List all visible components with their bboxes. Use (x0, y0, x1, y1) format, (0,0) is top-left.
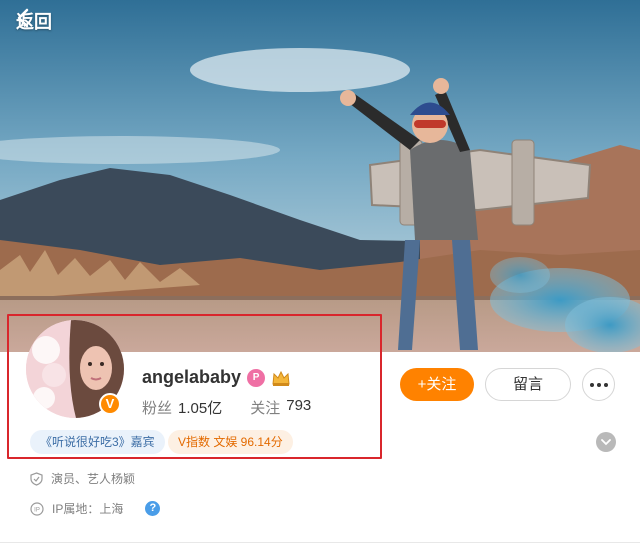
cover-photo: 返回 (0, 0, 640, 352)
message-button[interactable]: 留言 (485, 368, 571, 401)
highlight-box (7, 314, 382, 459)
expand-button[interactable] (596, 432, 616, 452)
ip-location-text: IP属地：上海 (52, 502, 124, 516)
occupation-text: 演员、艺人杨颖 (51, 472, 136, 486)
svg-text:IP: IP (34, 507, 40, 513)
back-button[interactable]: 返回 (16, 8, 52, 34)
occupation-row: 演员、艺人杨颖 (30, 470, 135, 487)
divider (0, 542, 640, 543)
cover-illustration (0, 0, 640, 352)
location-ip-icon: IP (30, 501, 44, 516)
help-icon[interactable]: ? (145, 501, 161, 516)
more-dots-icon[interactable] (582, 368, 615, 401)
chevron-down-icon (601, 438, 611, 445)
chevron-left-icon (17, 8, 29, 28)
shield-icon (30, 471, 43, 486)
ip-row: IP IP属地：上海 ? (30, 500, 161, 517)
follow-button[interactable]: +关注 (400, 368, 474, 401)
